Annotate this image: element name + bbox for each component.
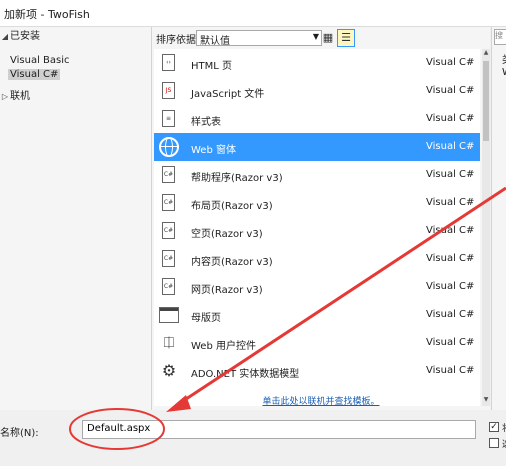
tree-node-installed[interactable]: ◢ 已安装 bbox=[0, 29, 40, 45]
template-name: Web 窗体 bbox=[191, 145, 236, 156]
grid-view-icon[interactable]: ▦ bbox=[319, 29, 337, 47]
template-language: Visual C# bbox=[426, 225, 475, 236]
master-page-icon bbox=[159, 305, 179, 325]
title-bar: 加新项 - TwoFish bbox=[0, 0, 506, 27]
template-language: Visual C# bbox=[426, 365, 475, 376]
option-label-1: 将 bbox=[502, 421, 506, 434]
tree-node-label: 已安装 bbox=[10, 31, 40, 42]
razor-page-icon: C# bbox=[159, 277, 179, 297]
template-language: Visual C# bbox=[426, 85, 475, 96]
sort-value: 默认值 bbox=[200, 36, 230, 47]
template-helper-razor[interactable]: C# 帮助程序(Razor v3) Visual C# bbox=[154, 161, 480, 189]
template-stylesheet[interactable]: ≡ 样式表 Visual C# bbox=[154, 105, 480, 133]
template-name: 母版页 bbox=[191, 313, 221, 324]
tree-node-online[interactable]: ▷ 联机 bbox=[0, 89, 30, 105]
option-label-2: 选 bbox=[502, 437, 506, 450]
find-templates-online-link[interactable]: 单击此处以联机并查找模板。 bbox=[262, 397, 379, 407]
user-control-icon: ⎅ bbox=[163, 335, 175, 351]
template-content-razor[interactable]: C# 内容页(Razor v3) Visual C# bbox=[154, 245, 480, 273]
sort-dropdown[interactable]: 默认值 ▼ bbox=[196, 30, 322, 47]
template-name: Web 用户控件 bbox=[191, 341, 256, 352]
html-page-icon: ‹› bbox=[159, 53, 179, 73]
template-pane: 排序依据: 默认值 ▼ ▦ ☰ ‹› HTML 页 Visual C# JS J… bbox=[152, 27, 490, 410]
template-name: 帮助程序(Razor v3) bbox=[191, 173, 283, 184]
template-language: Visual C# bbox=[426, 197, 475, 208]
tree-node-label: Visual C# bbox=[8, 69, 61, 80]
template-name: 网页(Razor v3) bbox=[191, 285, 263, 296]
name-label: 名称(N): bbox=[0, 428, 39, 439]
details-pane: 搜 类 W bbox=[491, 27, 506, 410]
template-language: Visual C# bbox=[426, 57, 475, 68]
tree-node-visual-csharp[interactable]: Visual C# bbox=[8, 67, 61, 83]
template-list: ‹› HTML 页 Visual C# JS JavaScript 文件 Vis… bbox=[154, 49, 480, 406]
template-name: 样式表 bbox=[191, 117, 221, 128]
razor-page-icon: C# bbox=[159, 165, 179, 185]
template-language: Visual C# bbox=[426, 281, 475, 292]
online-link-row: 单击此处以联机并查找模板。 bbox=[152, 394, 490, 407]
template-empty-razor[interactable]: C# 空页(Razor v3) Visual C# bbox=[154, 217, 480, 245]
template-language: Visual C# bbox=[426, 337, 475, 348]
template-ado-entity-model[interactable]: ⚙ ADO.NET 实体数据模型 Visual C# bbox=[154, 357, 480, 385]
details-description: W bbox=[502, 67, 506, 78]
sort-bar: 排序依据: 默认值 ▼ ▦ ☰ bbox=[152, 27, 490, 49]
template-javascript-file[interactable]: JS JavaScript 文件 Visual C# bbox=[154, 77, 480, 105]
window-title: 加新项 - TwoFish bbox=[4, 8, 90, 21]
template-webpage-razor[interactable]: C# 网页(Razor v3) Visual C# bbox=[154, 273, 480, 301]
tree-node-label: Visual Basic bbox=[10, 55, 70, 66]
template-name: 布局页(Razor v3) bbox=[191, 201, 273, 212]
template-language: Visual C# bbox=[426, 141, 475, 152]
template-layout-razor[interactable]: C# 布局页(Razor v3) Visual C# bbox=[154, 189, 480, 217]
template-language: Visual C# bbox=[426, 309, 475, 320]
template-master-page[interactable]: 母版页 Visual C# bbox=[154, 301, 480, 329]
template-name: JavaScript 文件 bbox=[191, 89, 265, 100]
razor-page-icon: C# bbox=[159, 221, 179, 241]
collapsed-arrow-icon: ▷ bbox=[1, 92, 9, 101]
details-type-label: 类 bbox=[502, 51, 506, 66]
template-name: HTML 页 bbox=[191, 61, 233, 72]
stylesheet-icon: ≡ bbox=[159, 109, 179, 129]
name-field-box bbox=[82, 420, 476, 439]
scrollbar-thumb[interactable] bbox=[483, 61, 489, 141]
sort-label: 排序依据: bbox=[156, 35, 200, 46]
scroll-up-icon[interactable]: ▲ bbox=[482, 49, 490, 59]
javascript-file-icon: JS bbox=[159, 81, 179, 101]
template-html-page[interactable]: ‹› HTML 页 Visual C# bbox=[154, 49, 480, 77]
razor-page-icon: C# bbox=[159, 249, 179, 269]
globe-icon bbox=[159, 137, 179, 157]
expanded-arrow-icon: ◢ bbox=[1, 32, 9, 41]
name-input[interactable] bbox=[83, 421, 471, 436]
search-placeholder: 搜 bbox=[495, 31, 503, 40]
template-language: Visual C# bbox=[426, 253, 475, 264]
template-name: ADO.NET 实体数据模型 bbox=[191, 369, 300, 380]
template-web-form[interactable]: Web 窗体 Visual C# bbox=[154, 133, 480, 161]
list-view-icon[interactable]: ☰ bbox=[337, 29, 355, 47]
tree-node-label: 联机 bbox=[10, 91, 30, 102]
option-checkbox-2[interactable] bbox=[489, 438, 499, 448]
template-name: 空页(Razor v3) bbox=[191, 229, 263, 240]
template-list-scrollbar[interactable]: ▲ ▼ bbox=[482, 49, 490, 406]
razor-page-icon: C# bbox=[159, 193, 179, 213]
option-checkbox-1[interactable]: ✓ bbox=[489, 422, 499, 432]
template-name: 内容页(Razor v3) bbox=[191, 257, 273, 268]
bottom-bar: 名称(N): ✓ 将 选 bbox=[0, 410, 506, 466]
search-templates-input[interactable]: 搜 bbox=[494, 29, 506, 45]
template-language: Visual C# bbox=[426, 169, 475, 180]
template-language: Visual C# bbox=[426, 113, 475, 124]
template-web-user-control[interactable]: ⎅ Web 用户控件 Visual C# bbox=[154, 329, 480, 357]
template-tree: ◢ 已安装 Visual Basic Visual C# ▷ 联机 bbox=[0, 27, 152, 410]
entity-model-icon: ⚙ bbox=[161, 361, 177, 380]
